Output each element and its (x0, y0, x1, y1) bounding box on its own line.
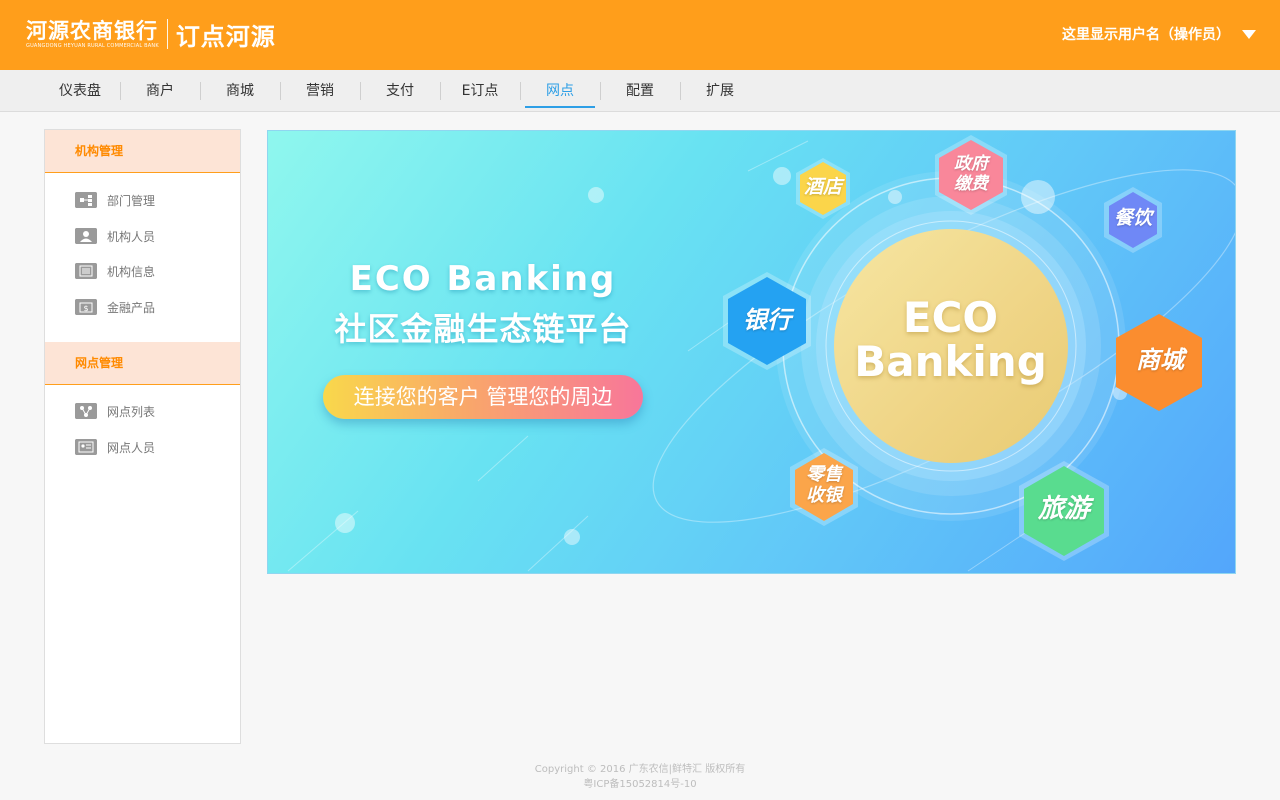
footer: Copyright © 2016 广东农信|鲜特汇 版权所有 粤ICP备1505… (0, 762, 1280, 792)
hex-retail-line1: 零售 (806, 464, 842, 485)
nav-item-marketing[interactable]: 营销 (280, 70, 360, 112)
nav-divider (680, 82, 681, 100)
user-name: 这里显示用户名（操作员） (1062, 27, 1230, 43)
eco-banking-banner[interactable]: ECO Banking 社区金融生态链平台 连接您的客户 管理您的周边 ECO … (267, 130, 1236, 574)
hex-retail-pos[interactable]: 零售 收银 (795, 464, 853, 506)
hex-travel[interactable]: 旅游 (1026, 494, 1102, 525)
id-card-icon (75, 439, 97, 455)
sidebar-item-branch-staff[interactable]: 网点人员 (75, 436, 155, 458)
sidebar-section-org[interactable]: 机构管理 (45, 130, 240, 173)
sidebar-item-label: 机构信息 (107, 264, 156, 279)
nav-item-e-order[interactable]: E订点 (440, 70, 520, 112)
nav-divider (120, 82, 121, 100)
sidebar-item-department[interactable]: 部门管理 (75, 189, 155, 211)
svg-text:$: $ (83, 304, 88, 313)
hex-mall[interactable]: 商城 (1120, 346, 1200, 375)
hex-gov-line1: 政府 (954, 154, 988, 174)
center-text-line2: Banking (854, 337, 1047, 386)
nav-item-payment[interactable]: 支付 (360, 70, 440, 112)
caret-down-icon[interactable] (1242, 29, 1256, 39)
nav-divider (200, 82, 201, 100)
org-chart-icon (75, 192, 97, 208)
person-icon (75, 228, 97, 244)
nav-item-dashboard[interactable]: 仪表盘 (40, 70, 120, 112)
main-nav: 仪表盘 商户 商城 营销 支付 E订点 网点 配置 扩展 (0, 70, 1280, 112)
center-text-line1: ECO (902, 293, 999, 342)
top-header: 河源农商银行 GUANGDONG HEYUAN RURAL COMMERCIAL… (0, 0, 1280, 70)
hex-gov-payment[interactable]: 政府 缴费 (941, 154, 1001, 194)
nav-item-mall[interactable]: 商城 (200, 70, 280, 112)
sidebar-item-branch-list[interactable]: 网点列表 (75, 400, 155, 422)
banner-slogan-button[interactable]: 连接您的客户 管理您的周边 (323, 375, 643, 419)
brand-logo[interactable]: 河源农商银行 GUANGDONG HEYUAN RURAL COMMERCIAL… (26, 16, 276, 52)
nav-divider (280, 82, 281, 100)
footer-copyright: Copyright © 2016 广东农信|鲜特汇 版权所有 (534, 764, 746, 775)
network-icon (75, 403, 97, 419)
sidebar-item-label: 网点列表 (107, 404, 156, 419)
banner-title: ECO Banking (349, 259, 617, 299)
user-menu[interactable]: 这里显示用户名（操作员） (1062, 24, 1256, 44)
sidebar-item-org-staff[interactable]: 机构人员 (75, 225, 155, 247)
sidebar-item-label: 金融产品 (107, 300, 156, 315)
nav-item-branch[interactable]: 网点 (520, 70, 600, 112)
sidebar-item-org-info[interactable]: 机构信息 (75, 260, 155, 282)
hex-gov-line2: 缴费 (954, 173, 988, 194)
sidebar-section-branch[interactable]: 网点管理 (45, 342, 240, 385)
sidebar-item-financial-products[interactable]: $ 金融产品 (75, 296, 155, 318)
hex-bank[interactable]: 银行 (729, 306, 805, 335)
banner-subtitle: 社区金融生态链平台 (334, 310, 632, 348)
sidebar-item-label: 机构人员 (107, 229, 156, 244)
center-eco-banking: ECO Banking (838, 296, 1063, 384)
sidebar-item-label: 部门管理 (107, 193, 156, 208)
nav-item-config[interactable]: 配置 (600, 70, 680, 112)
nav-divider (360, 82, 361, 100)
app-name: 订点河源 (175, 22, 276, 51)
money-icon: $ (75, 299, 97, 315)
nav-divider (440, 82, 441, 100)
hex-hotel[interactable]: 酒店 (798, 176, 848, 199)
hex-dining[interactable]: 餐饮 (1106, 207, 1160, 230)
hex-retail-line2: 收银 (806, 484, 842, 506)
nav-item-extension[interactable]: 扩展 (680, 70, 760, 112)
brand-divider (166, 19, 168, 49)
bank-english-name: GUANGDONG HEYUAN RURAL COMMERCIAL BANK (26, 42, 159, 49)
sidebar: 机构管理 部门管理 机构人员 机构信息 $ 金融产品 网点管理 网点列表 网点人… (44, 129, 241, 744)
sidebar-item-label: 网点人员 (107, 440, 156, 455)
nav-divider (600, 82, 601, 100)
nav-item-merchant[interactable]: 商户 (120, 70, 200, 112)
info-list-icon (75, 263, 97, 279)
footer-icp[interactable]: 粤ICP备15052814号-10 (0, 777, 1280, 792)
nav-divider (520, 82, 521, 100)
bank-name: 河源农商银行 (26, 18, 158, 43)
